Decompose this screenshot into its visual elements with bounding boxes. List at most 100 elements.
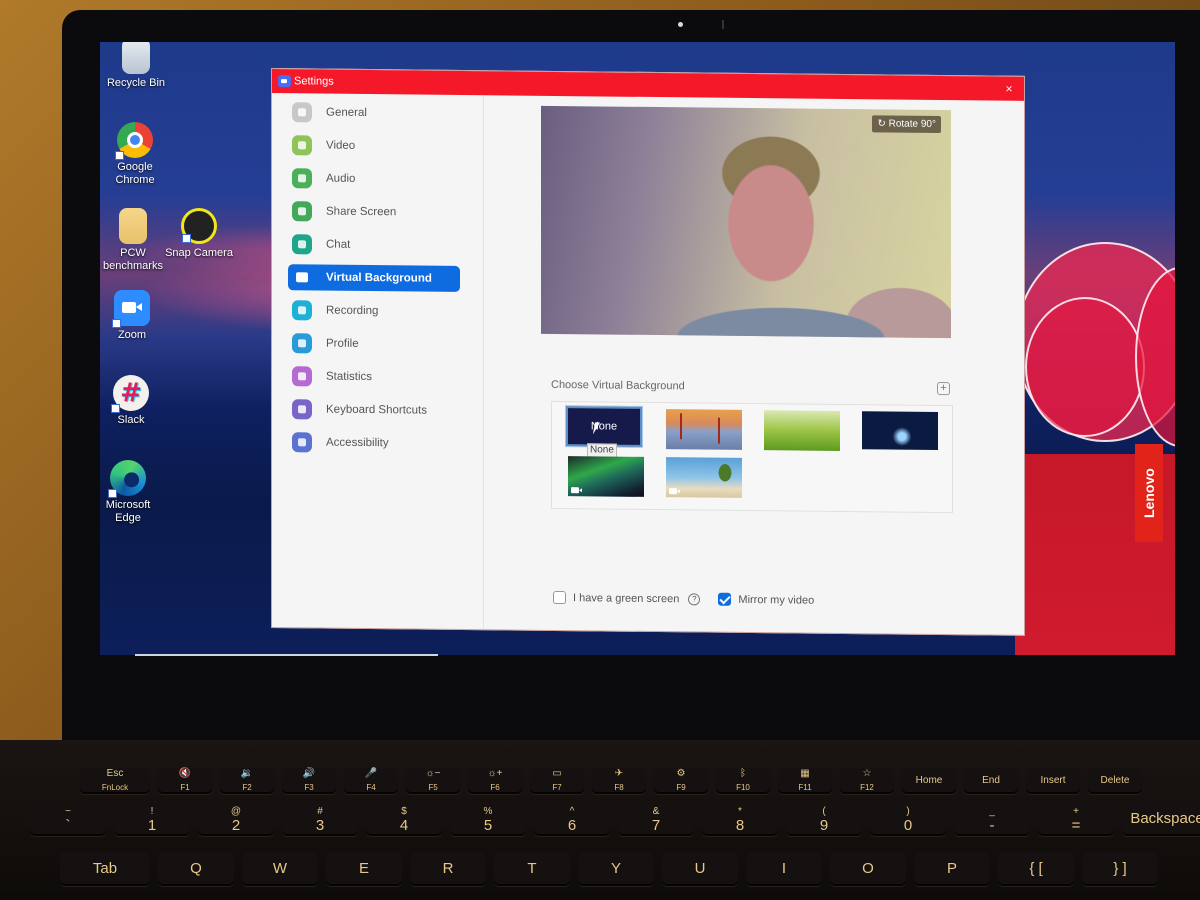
help-icon[interactable]: ? bbox=[688, 592, 701, 605]
number-key-row: ~ `! 1 @2 #3 $4% 5 ^ 6 & 7 * 8(9) 0 _ - + = Backspace bbox=[30, 802, 1200, 836]
key-f2[interactable]: 🔉 F2 bbox=[220, 768, 274, 794]
sidebar-item-virtual-background[interactable]: Virtual Background bbox=[288, 264, 460, 292]
close-button[interactable]: × bbox=[994, 82, 1024, 96]
key-insert[interactable]: Insert bbox=[1026, 768, 1080, 794]
sidebar-item-profile[interactable]: Profile bbox=[288, 330, 460, 358]
key-legend: ☼− bbox=[425, 768, 441, 779]
key-o[interactable]: O bbox=[830, 852, 906, 886]
mirror-video-checkbox[interactable] bbox=[718, 592, 732, 606]
desktop-icon-snap-camera[interactable]: Snap Camera bbox=[164, 208, 234, 260]
sidebar-item-label: General bbox=[326, 106, 367, 120]
snap-camera-icon bbox=[181, 208, 217, 244]
key--[interactable]: _ - bbox=[954, 802, 1030, 836]
key-f7[interactable]: ▭ F7 bbox=[530, 768, 584, 794]
key-legend: Esc bbox=[106, 768, 124, 779]
key-f5[interactable]: ☼− F5 bbox=[406, 768, 460, 794]
key-legend: 4 bbox=[399, 817, 409, 834]
recycle-bin-icon bbox=[122, 42, 150, 74]
sidebar-item-recording[interactable]: Recording bbox=[288, 297, 460, 325]
key-7[interactable]: & 7 bbox=[618, 802, 694, 836]
key-f8[interactable]: ✈ F8 bbox=[592, 768, 646, 794]
key-legend: ▦ bbox=[800, 768, 810, 779]
screen-reflection-line bbox=[135, 654, 438, 656]
background-gallery: None None bbox=[551, 400, 953, 514]
key-legend: { [ bbox=[1029, 860, 1043, 877]
background-thumb-northern-lights[interactable] bbox=[568, 456, 644, 497]
key-5[interactable]: % 5 bbox=[450, 802, 526, 836]
key-2[interactable]: @2 bbox=[198, 802, 274, 836]
key-delete[interactable]: Delete bbox=[1088, 768, 1142, 794]
key-legend: ✈ bbox=[614, 768, 624, 779]
sidebar-item-video[interactable]: Video bbox=[288, 132, 460, 160]
sidebar-item-accessibility[interactable]: Accessibility bbox=[288, 429, 460, 457]
green-screen-checkbox[interactable] bbox=[553, 590, 566, 605]
key-f3[interactable]: 🔊 F3 bbox=[282, 768, 336, 794]
key-f6[interactable]: ☼+ F6 bbox=[468, 768, 522, 794]
key-legend: = bbox=[1071, 817, 1081, 834]
background-thumb-none[interactable]: None None bbox=[565, 405, 643, 458]
key-end[interactable]: End bbox=[964, 768, 1018, 794]
key-i[interactable]: I bbox=[746, 852, 822, 886]
desktop-icon-recycle-bin[interactable]: Recycle Bin bbox=[101, 42, 171, 90]
chrome-icon bbox=[115, 122, 153, 160]
mirror-video-label: Mirror my video bbox=[738, 593, 815, 607]
key-f12[interactable]: ☆ F12 bbox=[840, 768, 894, 794]
rotate-button[interactable]: ↻ Rotate 90° bbox=[872, 115, 941, 134]
desktop-icon-slack[interactable]: Slack bbox=[100, 375, 166, 427]
key-6[interactable]: ^ 6 bbox=[534, 802, 610, 836]
key-w[interactable]: W bbox=[242, 852, 318, 886]
key-3[interactable]: #3 bbox=[282, 802, 358, 836]
sidebar-item-keyboard-shortcuts[interactable]: Keyboard Shortcuts bbox=[288, 396, 460, 424]
key-f1[interactable]: 🔇 F1 bbox=[158, 768, 212, 794]
key-}][interactable]: } ] bbox=[1082, 852, 1158, 886]
key-fnlock[interactable]: Esc FnLock bbox=[80, 768, 150, 794]
sidebar-item-chat[interactable]: Chat bbox=[288, 231, 460, 259]
key-`[interactable]: ~ ` bbox=[30, 802, 106, 836]
key-tab[interactable]: Tab bbox=[60, 852, 150, 886]
zoom-logo-icon bbox=[278, 75, 291, 88]
background-thumb-grass[interactable] bbox=[764, 410, 840, 451]
key-8[interactable]: * 8 bbox=[702, 802, 778, 836]
key-legend: 🔇 bbox=[178, 768, 192, 779]
sidebar-item-statistics[interactable]: Statistics bbox=[288, 363, 460, 391]
background-thumb-earth-from-space[interactable] bbox=[862, 411, 938, 450]
shortcut-arrow-icon bbox=[108, 489, 117, 498]
desktop-icon-label: Recycle Bin bbox=[106, 77, 166, 89]
desktop-icon-microsoft-edge[interactable]: Microsoft Edge bbox=[100, 460, 163, 525]
key-4[interactable]: $4 bbox=[366, 802, 442, 836]
key-p[interactable]: P bbox=[914, 852, 990, 886]
sidebar-item-audio[interactable]: Audio bbox=[288, 165, 460, 193]
key-q[interactable]: Q bbox=[158, 852, 234, 886]
key-legend: R bbox=[442, 860, 454, 877]
key-legend: ▭ bbox=[552, 768, 562, 779]
key-f4[interactable]: 🎤 F4 bbox=[344, 768, 398, 794]
key-{[[interactable]: { [ bbox=[998, 852, 1074, 886]
edge-icon bbox=[108, 460, 146, 498]
key-home[interactable]: Home bbox=[902, 768, 956, 794]
key-backspace[interactable]: Backspace bbox=[1122, 802, 1200, 836]
key-u[interactable]: U bbox=[662, 852, 738, 886]
key-y[interactable]: Y bbox=[578, 852, 654, 886]
key-f9[interactable]: ⚙ F9 bbox=[654, 768, 708, 794]
desktop-icon-zoom[interactable]: Zoom bbox=[100, 290, 167, 342]
add-background-button[interactable]: + bbox=[937, 381, 950, 396]
key-f10[interactable]: ᛒ F10 bbox=[716, 768, 770, 794]
key-t[interactable]: T bbox=[494, 852, 570, 886]
key-legend: 1 bbox=[147, 817, 157, 834]
background-thumb-golden-gate-bridge[interactable] bbox=[666, 409, 742, 450]
key-f11[interactable]: ▦ F11 bbox=[778, 768, 832, 794]
shortcut-arrow-icon bbox=[111, 404, 120, 413]
key-r[interactable]: R bbox=[410, 852, 486, 886]
virtual-background-panel: ↻ Rotate 90° Choose Virtual Background +… bbox=[485, 95, 1024, 635]
sidebar-item-share-screen[interactable]: Share Screen bbox=[288, 198, 460, 226]
desktop-icon-pcw-benchmarks[interactable]: PCW benchmarks bbox=[100, 208, 168, 273]
key-=[interactable]: + = bbox=[1038, 802, 1114, 836]
key-e[interactable]: E bbox=[326, 852, 402, 886]
key-0[interactable]: ) 0 bbox=[870, 802, 946, 836]
sidebar-item-general[interactable]: General bbox=[288, 99, 460, 127]
background-thumb-beach[interactable] bbox=[666, 457, 742, 498]
key-9[interactable]: (9 bbox=[786, 802, 862, 836]
key-legend: F4 bbox=[366, 783, 376, 792]
desktop-icon-google-chrome[interactable]: Google Chrome bbox=[100, 122, 170, 187]
key-1[interactable]: ! 1 bbox=[114, 802, 190, 836]
